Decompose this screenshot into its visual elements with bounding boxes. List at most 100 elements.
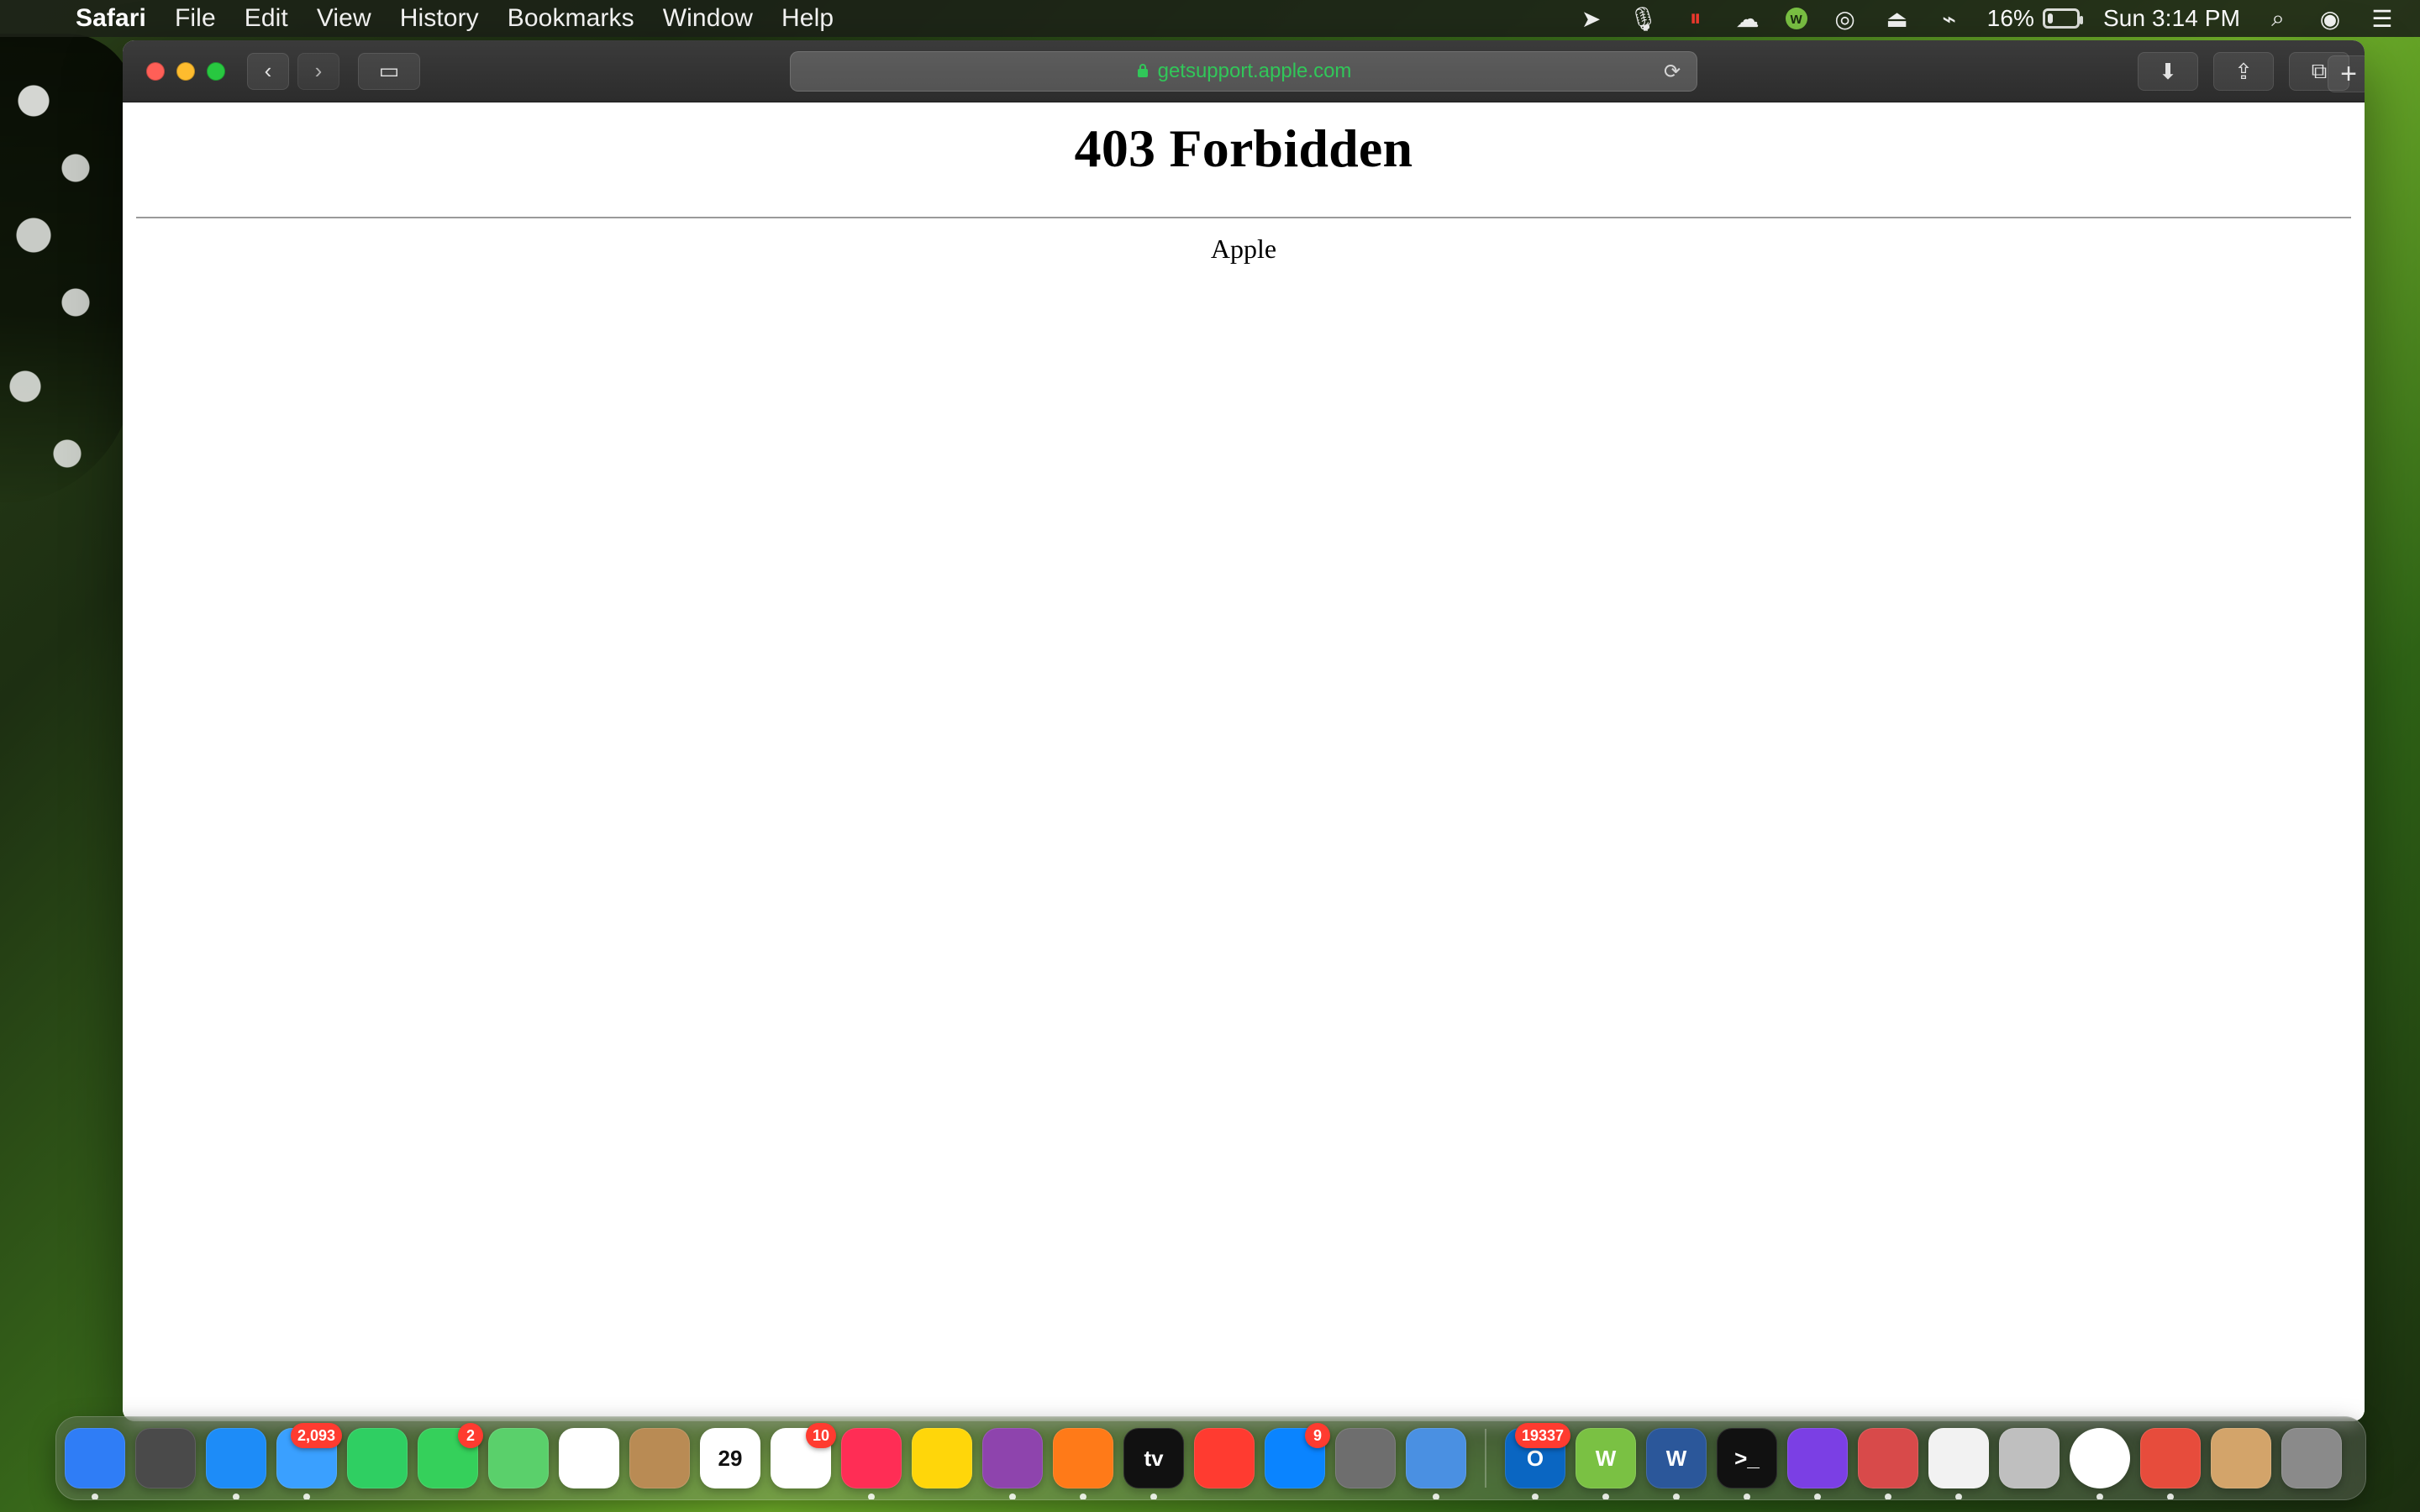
trash-icon[interactable] <box>2281 1428 2342 1488</box>
download-icon: ⬇ <box>2159 58 2177 84</box>
menu-bar-left: Safari File Edit View History Bookmarks … <box>24 4 834 33</box>
archive-utility-icon[interactable] <box>2211 1428 2271 1488</box>
firefox-icon[interactable] <box>1053 1428 1113 1499</box>
dock-icon-label: >_ <box>1734 1445 1760 1471</box>
plus-icon: + <box>2340 57 2357 90</box>
wifi-icon[interactable]: ⌁ <box>1935 4 1964 33</box>
apple-tv-icon[interactable]: tv <box>1123 1428 1184 1499</box>
messages-icon[interactable]: 2 <box>418 1423 483 1488</box>
sidebar-toggle-button[interactable]: ▭ <box>358 52 420 90</box>
microphone-icon[interactable]: 🎙 <box>1628 4 1659 33</box>
word-icon[interactable]: W <box>1646 1428 1707 1499</box>
forward-button[interactable]: › <box>297 52 339 90</box>
app-menu[interactable]: Safari <box>76 4 146 33</box>
zoom-window-button[interactable] <box>207 61 225 81</box>
wallpaper-pattern <box>0 34 134 504</box>
contacts-icon[interactable] <box>629 1428 690 1488</box>
dock-badge: 2 <box>458 1423 483 1448</box>
anydesk-icon[interactable] <box>2140 1428 2201 1499</box>
outlook-icon[interactable]: O 19337 <box>1505 1423 1570 1499</box>
address-text: getsupport.apple.com <box>1157 60 1352 82</box>
dock-icon-label: O <box>1526 1445 1544 1471</box>
web-content: 403 Forbidden Apple <box>123 102 2365 1421</box>
podcasts-icon[interactable] <box>982 1428 1043 1499</box>
menu-history[interactable]: History <box>400 4 479 33</box>
reload-button[interactable]: ⟳ <box>1661 60 1683 83</box>
mail-icon[interactable]: 2,093 <box>276 1423 342 1499</box>
music-icon[interactable] <box>841 1428 902 1499</box>
wunderlist-status-icon[interactable]: w <box>1785 8 1807 29</box>
running-indicator <box>1080 1494 1086 1499</box>
running-indicator <box>1009 1494 1016 1499</box>
dock-separator <box>1485 1429 1486 1488</box>
divider <box>136 217 2351 218</box>
menu-bookmarks[interactable]: Bookmarks <box>508 4 634 33</box>
share-button[interactable]: ⇪ <box>2213 52 2274 91</box>
siri-icon[interactable]: ◉ <box>2316 4 2344 33</box>
dock: 2,093 2 29 10 tv 9 O 19337 W W >_ <box>55 1416 2366 1500</box>
clock[interactable]: Sun 3:14 PM <box>2103 5 2240 32</box>
remote-desktop-icon[interactable] <box>1406 1428 1466 1499</box>
control-center-icon[interactable]: ☰ <box>2368 4 2396 33</box>
menu-file[interactable]: File <box>175 4 216 33</box>
dock-icon-label: 29 <box>718 1445 743 1471</box>
safari-icon[interactable] <box>206 1428 266 1499</box>
running-indicator <box>1955 1494 1962 1499</box>
running-indicator <box>233 1494 239 1499</box>
finder-icon[interactable] <box>65 1428 125 1499</box>
facetime-icon[interactable] <box>347 1428 408 1488</box>
calendar-icon[interactable]: 29 <box>700 1428 760 1488</box>
running-indicator <box>1150 1494 1157 1499</box>
page-title: 403 Forbidden <box>1074 118 1413 178</box>
system-preferences-icon[interactable] <box>1335 1428 1396 1488</box>
rocket-icon[interactable] <box>1999 1428 2060 1488</box>
menu-window[interactable]: Window <box>663 4 753 33</box>
dock-icons: 2,093 2 29 10 tv 9 O 19337 W W >_ <box>65 1423 2357 1499</box>
downloads-button[interactable]: ⬇ <box>2138 52 2198 91</box>
recording-indicator-icon[interactable]: ⏸ <box>1681 4 1710 33</box>
dock-badge: 10 <box>805 1423 836 1448</box>
maps-icon[interactable] <box>488 1428 549 1488</box>
bear-icon[interactable] <box>1858 1428 1918 1499</box>
dock-icon-label: tv <box>1144 1445 1164 1471</box>
toolbar-actions: ⬇ ⇪ ⧉ <box>2138 52 2349 91</box>
running-indicator <box>1814 1494 1821 1499</box>
share-icon: ⇪ <box>2234 58 2253 84</box>
battery-status[interactable]: 16% <box>1987 5 2084 32</box>
creative-cloud-icon[interactable]: ◎ <box>1831 4 1860 33</box>
prism-icon[interactable] <box>1928 1428 1989 1499</box>
close-window-button[interactable] <box>146 61 165 81</box>
menu-help[interactable]: Help <box>781 4 834 33</box>
location-arrow-icon[interactable]: ➤ <box>1577 4 1606 33</box>
spotlight-search-icon[interactable]: ⌕ <box>2264 4 2292 33</box>
launchpad-icon[interactable] <box>135 1428 196 1488</box>
running-indicator <box>303 1494 310 1499</box>
battery-icon <box>2043 8 2084 29</box>
terminal-icon[interactable]: >_ <box>1717 1428 1777 1499</box>
news-icon[interactable] <box>1194 1428 1255 1488</box>
app-store-icon[interactable]: 9 <box>1265 1423 1330 1488</box>
dock-icon-label: W <box>1595 1445 1617 1471</box>
imovie-icon[interactable] <box>1787 1428 1848 1499</box>
running-indicator <box>1602 1494 1609 1499</box>
reload-icon: ⟳ <box>1663 60 1681 83</box>
page-footer: Apple <box>1210 234 1277 264</box>
new-tab-button[interactable]: + <box>2328 55 2365 92</box>
running-indicator <box>1885 1494 1891 1499</box>
notes-icon[interactable] <box>912 1428 972 1488</box>
photos-icon[interactable] <box>559 1428 619 1488</box>
running-indicator <box>1433 1494 1439 1499</box>
airplay-icon[interactable]: ⏏ <box>1883 4 1912 33</box>
icloud-icon[interactable]: ☁ <box>1733 4 1762 33</box>
reminders-icon[interactable]: 10 <box>771 1423 836 1488</box>
running-indicator <box>2096 1494 2103 1499</box>
back-button[interactable]: ‹ <box>247 52 289 90</box>
minimize-window-button[interactable] <box>176 61 195 81</box>
chrome-icon[interactable] <box>2070 1428 2130 1499</box>
menu-view[interactable]: View <box>317 4 371 33</box>
address-bar[interactable]: getsupport.apple.com ⟳ <box>790 51 1697 92</box>
wunderlist-icon[interactable]: W <box>1576 1428 1636 1499</box>
menu-edit[interactable]: Edit <box>245 4 288 33</box>
running-indicator <box>1673 1494 1680 1499</box>
dock-badge: 9 <box>1305 1423 1330 1448</box>
